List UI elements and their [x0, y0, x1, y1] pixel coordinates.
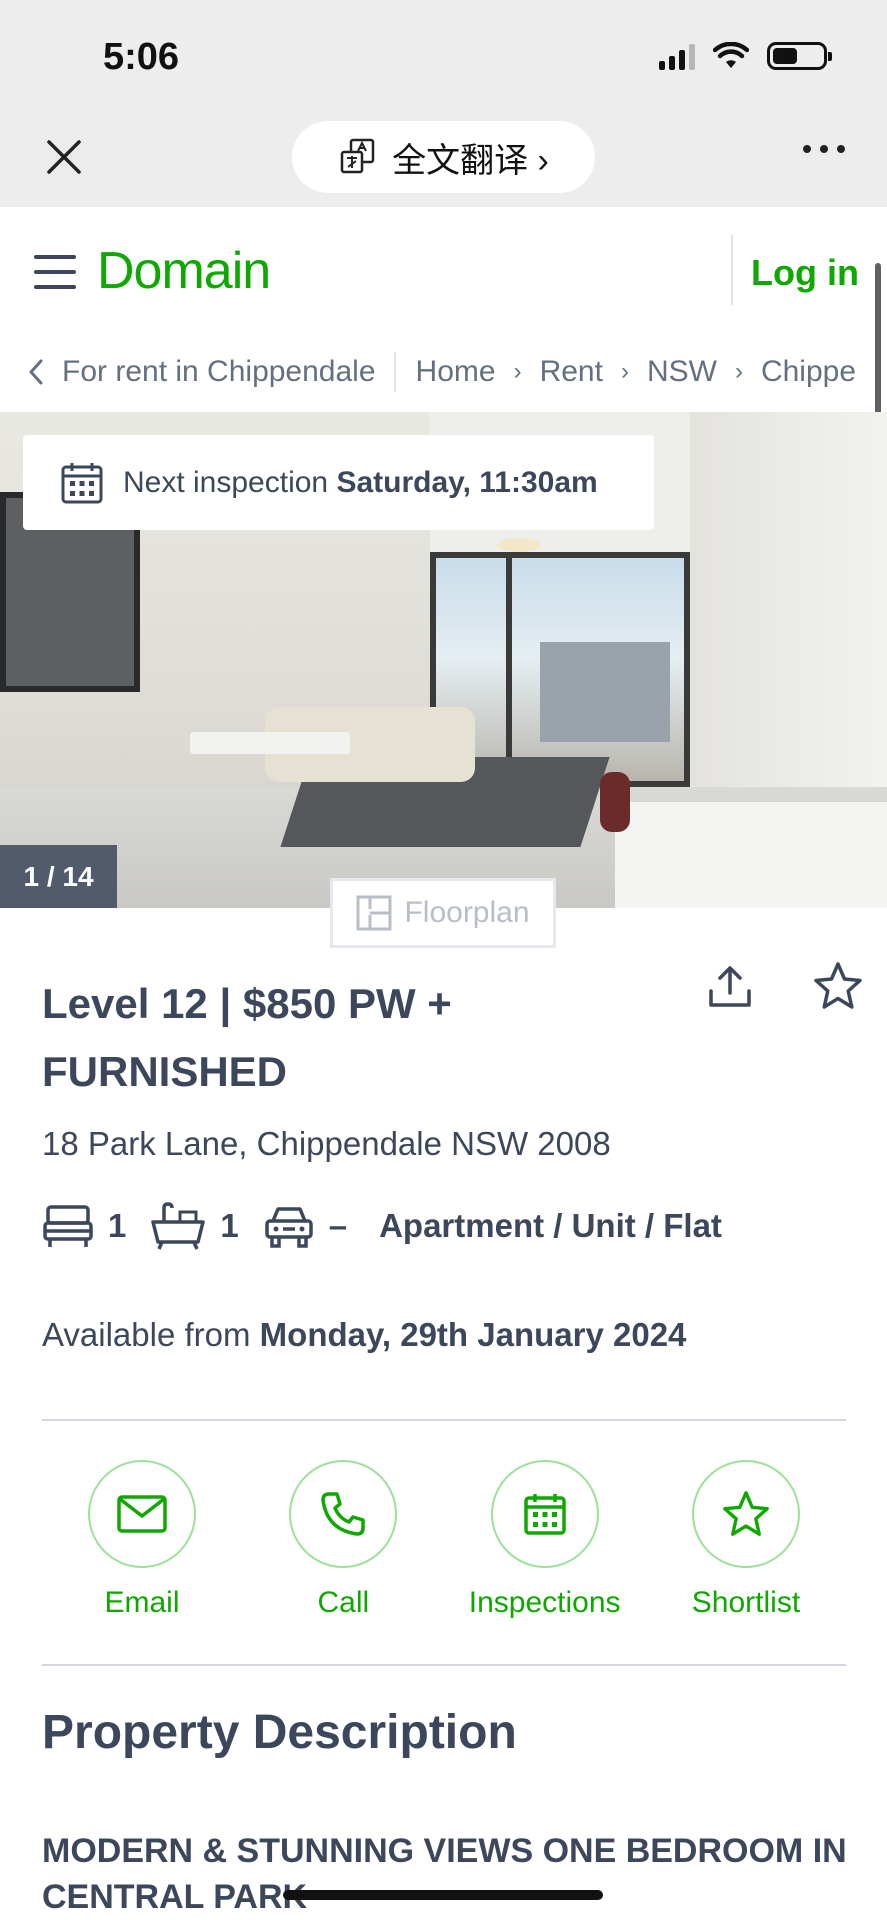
more-options-button[interactable] [803, 145, 845, 153]
availability: Available from Monday, 29th January 2024 [42, 1316, 686, 1354]
chevron-left-icon [29, 359, 43, 385]
shortlist-action-button[interactable]: Shortlist [656, 1460, 836, 1625]
baths-count: 1 [220, 1207, 239, 1244]
parking-feature: – [263, 1203, 347, 1249]
divider [42, 1419, 846, 1421]
inspection-label: Next inspection [123, 465, 329, 499]
beds-count: 1 [108, 1207, 127, 1244]
floorplan-icon [356, 895, 392, 931]
login-link[interactable]: Log in [751, 252, 859, 294]
more-dot-icon [820, 145, 828, 153]
browser-top-bar: 5:06 全文翻译 › [0, 0, 887, 207]
shortlist-label: Shortlist [691, 1586, 801, 1619]
listing-address: 18 Park Lane, Chippendale NSW 2008 [42, 1125, 611, 1162]
listing-title: Level 12 | $850 PW + FURNISHED [42, 980, 452, 1095]
breadcrumb-home[interactable]: Home [416, 355, 496, 389]
breadcrumb-rent[interactable]: Rent [540, 355, 603, 389]
phone-icon [321, 1492, 366, 1536]
translate-button[interactable]: 全文翻译 › [292, 121, 595, 193]
bed-icon [43, 1205, 93, 1247]
star-icon [723, 1491, 769, 1536]
call-action-button[interactable]: Call [253, 1460, 433, 1625]
menu-icon[interactable] [34, 255, 76, 289]
cellular-signal-icon [659, 42, 695, 70]
more-dot-icon [837, 145, 845, 153]
more-dot-icon [803, 145, 811, 153]
breadcrumb-suburb[interactable]: Chippe [761, 355, 856, 389]
domain-logo[interactable]: Domain [97, 241, 271, 301]
site-header: Domain Log in [0, 207, 887, 332]
chevron-right-icon: › [513, 358, 522, 385]
call-label: Call [317, 1586, 370, 1619]
battery-icon [767, 42, 832, 70]
email-label: Email [104, 1586, 180, 1619]
calendar-icon [523, 1494, 566, 1535]
description-heading: MODERN & STUNNING VIEWS ONE BEDROOM IN C… [42, 1832, 847, 1916]
section-title: Property Description [42, 1706, 517, 1759]
share-icon [709, 966, 751, 1007]
breadcrumb: For rent in Chippendale Home › Rent › NS… [0, 332, 887, 412]
shortlist-action-circle [691, 1460, 800, 1568]
status-time: 5:06 [103, 36, 180, 78]
breadcrumb-separator [393, 352, 396, 392]
parking-count: – [328, 1207, 348, 1244]
chevron-right-icon: › [620, 358, 629, 385]
inspection-time: Saturday, 11:30am [336, 465, 598, 499]
inspections-action-circle [490, 1460, 599, 1568]
property-type: Apartment / Unit / Flat [379, 1207, 722, 1244]
shortlist-star-button[interactable] [810, 958, 866, 1014]
inspections-action-button[interactable]: Inspections [455, 1460, 635, 1625]
close-icon [47, 140, 81, 174]
breadcrumb-back-label: For rent in Chippendale [62, 355, 376, 388]
breadcrumb-back-link[interactable]: For rent in Chippendale [26, 355, 376, 389]
close-button[interactable] [40, 133, 88, 181]
calendar-icon [61, 462, 103, 503]
floorplan-button[interactable]: Floorplan [330, 878, 556, 948]
email-action-circle [88, 1460, 196, 1568]
header-divider [731, 235, 733, 305]
star-icon [814, 962, 862, 1009]
available-label: Available from [42, 1316, 251, 1353]
share-button[interactable] [703, 960, 757, 1014]
email-action-button[interactable]: Email [52, 1460, 232, 1625]
next-inspection-banner[interactable]: Next inspection Saturday, 11:30am [23, 435, 654, 530]
call-action-circle [289, 1460, 398, 1568]
baths-feature: 1 [150, 1202, 239, 1250]
car-icon [264, 1207, 313, 1248]
photo-counter: 1 / 14 [0, 845, 117, 908]
property-features: 1 1 – Apartment / Unit / Flat [42, 1202, 722, 1250]
inspection-text: Next inspection Saturday, 11:30am [123, 466, 598, 500]
floorplan-label: Floorplan [404, 896, 530, 929]
chevron-right-icon: › [734, 358, 743, 385]
translate-label: 全文翻译 › [392, 141, 549, 180]
wifi-icon [713, 42, 749, 68]
breadcrumb-nsw[interactable]: NSW [647, 355, 717, 389]
email-icon [117, 1495, 167, 1533]
beds-feature: 1 [42, 1203, 126, 1249]
status-icons [659, 42, 832, 70]
bath-icon [151, 1202, 206, 1250]
contact-actions: Email Call Inspections Shortlist [42, 1460, 846, 1625]
available-date: Monday, 29th January 2024 [259, 1316, 687, 1353]
inspections-label: Inspections [468, 1586, 621, 1619]
home-indicator[interactable] [283, 1890, 603, 1900]
translate-icon [340, 138, 375, 174]
divider [42, 1664, 846, 1666]
